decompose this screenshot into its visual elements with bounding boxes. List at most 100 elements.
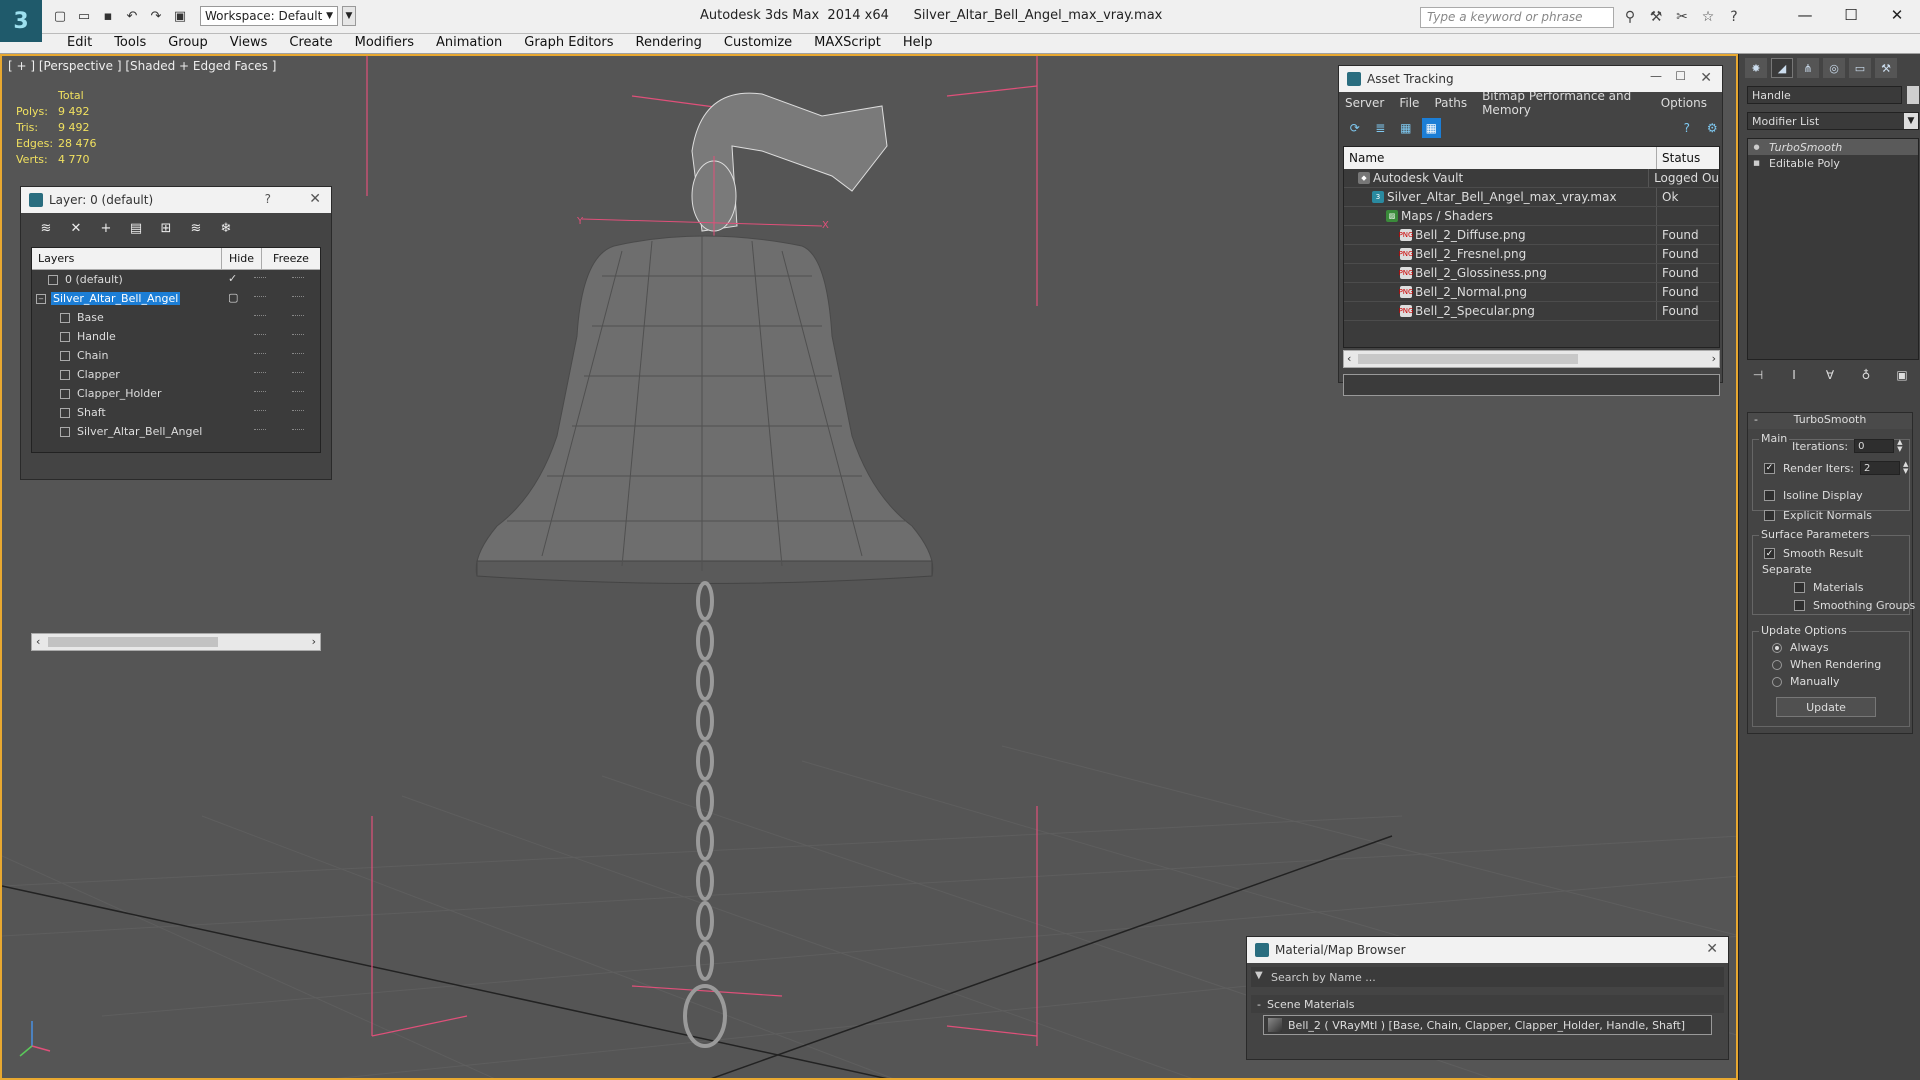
render-iters-checkbox[interactable]: ✓ <box>1764 462 1775 474</box>
when-rendering-radio[interactable] <box>1772 659 1782 670</box>
explicit-normals-checkbox[interactable] <box>1764 510 1775 521</box>
asset-row[interactable]: PNG Bell_2_Normal.png Found <box>1344 283 1719 302</box>
asset-row[interactable]: PNG Bell_2_Fresnel.png Found <box>1344 245 1719 264</box>
smoothing-groups-checkbox[interactable] <box>1794 600 1805 611</box>
asset-row[interactable]: ▨ Maps / Shaders <box>1344 207 1719 226</box>
material-search-input[interactable]: ▼ Search by Name ... <box>1251 967 1724 987</box>
add-to-layer-icon[interactable]: + <box>95 217 117 239</box>
asset-menu-bitmap-performance-and-memory[interactable]: Bitmap Performance and Memory <box>1482 89 1646 117</box>
handle-mesh[interactable] <box>691 92 888 232</box>
subscription-icon[interactable]: ⚒ <box>1646 7 1666 27</box>
maximize-icon[interactable]: ☐ <box>1675 69 1686 83</box>
update-button[interactable]: Update <box>1776 697 1876 717</box>
material-panel-titlebar[interactable]: Material/Map Browser ✕ <box>1247 937 1728 963</box>
menu-help[interactable]: Help <box>892 35 944 50</box>
modifier-stack-item[interactable]: ● TurboSmooth <box>1748 139 1918 155</box>
bell-mesh[interactable] <box>475 235 934 584</box>
asset-menu-file[interactable]: File <box>1399 96 1419 110</box>
layer-panel-titlebar[interactable]: Layer: 0 (default) ? ✕ <box>21 187 331 213</box>
hide-toggle[interactable] <box>254 372 266 374</box>
configure-sets-icon[interactable]: ▣ <box>1893 366 1911 384</box>
hide-toggle[interactable] <box>254 391 266 393</box>
asset-panel-titlebar[interactable]: Asset Tracking — ☐ ✕ <box>1339 66 1722 92</box>
scroll-left-icon[interactable]: ‹ <box>1347 352 1351 365</box>
object-color-swatch[interactable] <box>1907 86 1919 104</box>
menu-edit[interactable]: Edit <box>56 35 103 50</box>
viewport-label[interactable]: [ + ] [Perspective ] [Shaded + Edged Fac… <box>8 59 276 73</box>
chain-mesh[interactable] <box>683 581 727 1048</box>
open-file-icon[interactable]: ▭ <box>74 6 94 26</box>
hide-toggle[interactable] <box>254 334 266 336</box>
hide-toggle[interactable] <box>254 296 266 298</box>
refresh-icon[interactable]: ⟳ <box>1345 118 1365 138</box>
menu-customize[interactable]: Customize <box>713 35 803 50</box>
freeze-toggle[interactable] <box>292 372 304 374</box>
layer-row[interactable]: Clapper <box>32 365 320 384</box>
new-file-icon[interactable]: ▢ <box>50 6 70 26</box>
layer-row[interactable]: Clapper_Holder <box>32 384 320 403</box>
binoculars-icon[interactable]: ⚲ <box>1620 7 1640 27</box>
menu-maxscript[interactable]: MAXScript <box>803 35 892 50</box>
search-input[interactable]: Type a keyword or phrase <box>1420 7 1614 28</box>
iterations-spinner[interactable]: 0 <box>1854 439 1895 453</box>
workspace-more-button[interactable]: ▼ <box>342 6 356 26</box>
current-layer-box-icon[interactable]: ▢ <box>228 291 238 304</box>
freeze-all-icon[interactable]: ❄ <box>215 217 237 239</box>
show-end-result-icon[interactable]: Ⅰ <box>1785 366 1803 384</box>
freeze-toggle[interactable] <box>292 315 304 317</box>
favorites-star-icon[interactable]: ☆ <box>1698 7 1718 27</box>
scroll-right-icon[interactable]: › <box>1712 352 1716 365</box>
motion-tab-icon[interactable]: ◎ <box>1823 58 1845 78</box>
object-name-field[interactable]: Handle <box>1747 86 1902 104</box>
modifier-stack-item[interactable]: ■ Editable Poly <box>1748 155 1918 171</box>
menu-views[interactable]: Views <box>219 35 279 50</box>
pin-stack-icon[interactable]: ⊣ <box>1749 366 1767 384</box>
layer-row[interactable]: 0 (default) ✓ <box>32 270 320 289</box>
spinner-arrows-icon[interactable]: ▲ ▼ <box>1903 461 1908 475</box>
help-icon[interactable]: ? <box>265 192 271 206</box>
project-folder-icon[interactable]: ▣ <box>170 6 190 26</box>
asset-path-field[interactable] <box>1343 374 1720 396</box>
close-icon[interactable]: ✕ <box>1706 941 1718 957</box>
spinner-arrows-icon[interactable]: ▲ ▼ <box>1897 439 1902 453</box>
layer-row[interactable]: Handle <box>32 327 320 346</box>
asset-row[interactable]: 3 Silver_Altar_Bell_Angel_max_vray.max Ok <box>1344 188 1719 207</box>
collapse-icon[interactable]: - <box>1257 998 1261 1011</box>
make-unique-icon[interactable]: ∀ <box>1821 366 1839 384</box>
expand-icon[interactable]: ■ <box>1752 159 1761 168</box>
hide-toggle[interactable] <box>254 277 266 279</box>
menu-modifiers[interactable]: Modifiers <box>344 35 425 50</box>
layer-row[interactable]: Silver_Altar_Bell_Angel <box>32 422 320 441</box>
hide-toggle[interactable] <box>254 429 266 431</box>
workspace-dropdown[interactable]: Workspace: Default ▼ <box>200 6 338 26</box>
hierarchy-tab-icon[interactable]: ⋔ <box>1797 58 1819 78</box>
freeze-toggle[interactable] <box>292 353 304 355</box>
delete-layer-icon[interactable]: ✕ <box>65 217 87 239</box>
render-iters-spinner[interactable]: 2 <box>1859 461 1900 475</box>
hide-toggle[interactable] <box>254 410 266 412</box>
asset-row[interactable]: PNG Bell_2_Diffuse.png Found <box>1344 226 1719 245</box>
display-tab-icon[interactable]: ▭ <box>1849 58 1871 78</box>
asset-horizontal-scrollbar[interactable]: ‹ › <box>1343 350 1720 368</box>
menu-tools[interactable]: Tools <box>103 35 157 50</box>
layer-row[interactable]: − Silver_Altar_Bell_Angel ▢ <box>32 289 320 308</box>
close-icon[interactable]: ✕ <box>1874 0 1920 30</box>
close-icon[interactable]: ✕ <box>309 191 321 207</box>
freeze-toggle[interactable] <box>292 296 304 298</box>
minimize-icon[interactable]: — <box>1650 69 1662 83</box>
asset-menu-options[interactable]: Options <box>1661 96 1707 110</box>
materials-checkbox[interactable] <box>1794 582 1805 593</box>
freeze-toggle[interactable] <box>292 429 304 431</box>
menu-graph-editors[interactable]: Graph Editors <box>513 35 624 50</box>
minimize-icon[interactable]: — <box>1782 0 1828 30</box>
settings-icon[interactable]: ⚙ <box>1703 118 1723 138</box>
hide-toggle[interactable] <box>254 315 266 317</box>
new-layer-icon[interactable]: ≋ <box>35 217 57 239</box>
material-item[interactable]: Bell_2 ( VRayMtl ) [Base, Chain, Clapper… <box>1263 1015 1712 1035</box>
scroll-left-icon[interactable]: ‹ <box>36 635 40 648</box>
col-layers[interactable]: Layers <box>32 248 222 269</box>
asset-menu-paths[interactable]: Paths <box>1434 96 1467 110</box>
create-tab-icon[interactable]: ✸ <box>1745 58 1767 78</box>
layer-row[interactable]: Chain <box>32 346 320 365</box>
asset-row[interactable]: PNG Bell_2_Specular.png Found <box>1344 302 1719 321</box>
